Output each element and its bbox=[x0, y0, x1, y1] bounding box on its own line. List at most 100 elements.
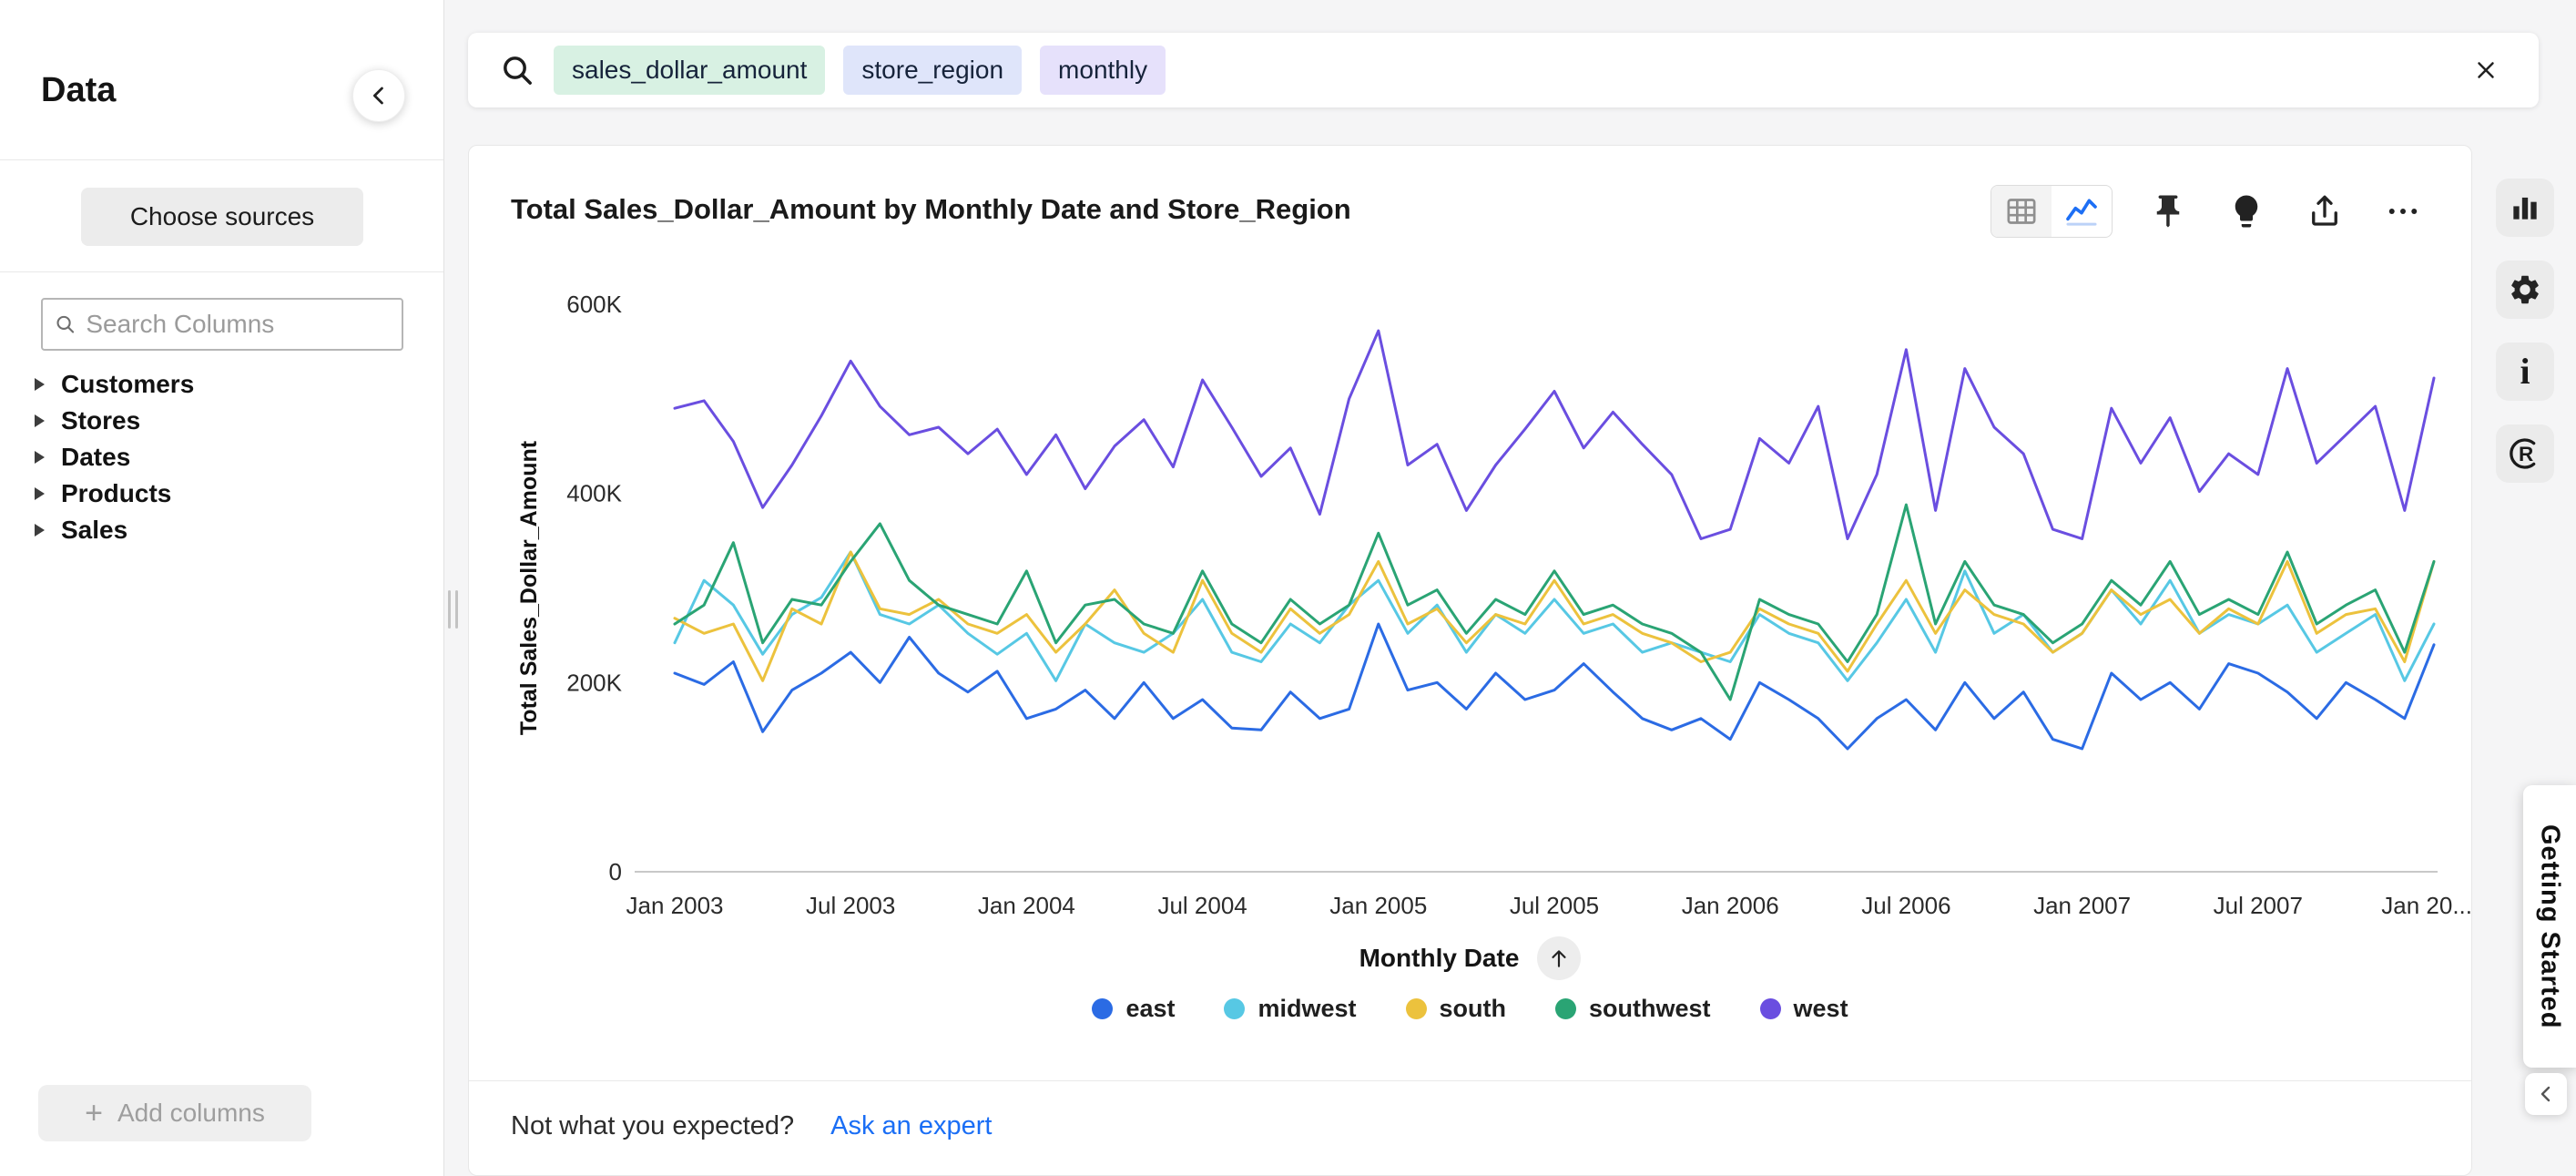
chevron-left-icon bbox=[2534, 1082, 2558, 1106]
svg-text:Jul 2007: Jul 2007 bbox=[2214, 892, 2303, 919]
table-view-button[interactable] bbox=[1991, 186, 2052, 237]
tree-item-stores[interactable]: Stores bbox=[35, 403, 194, 439]
tree-item-sales[interactable]: Sales bbox=[35, 512, 194, 548]
sort-ascending-button[interactable] bbox=[1537, 936, 1581, 980]
tree-item-products[interactable]: Products bbox=[35, 476, 194, 512]
tree-item-label: Customers bbox=[61, 370, 194, 399]
search-icon bbox=[54, 312, 76, 337]
legend-label: south bbox=[1440, 995, 1507, 1023]
svg-text:Jan 2004: Jan 2004 bbox=[978, 892, 1075, 919]
view-toggle bbox=[1991, 185, 2113, 238]
x-axis-label: Monthly Date bbox=[1359, 944, 1520, 973]
r-analysis-button[interactable]: R bbox=[2496, 424, 2554, 483]
svg-text:Jul 2004: Jul 2004 bbox=[1157, 892, 1247, 919]
legend-dot bbox=[1224, 998, 1245, 1019]
answer-footer: Not what you expected? Ask an expert bbox=[511, 1111, 992, 1141]
ellipsis-icon bbox=[2384, 192, 2422, 230]
not-expected-text: Not what you expected? bbox=[511, 1111, 794, 1141]
data-panel: Data Choose sources Customers Stores Dat… bbox=[0, 0, 444, 1176]
insights-lightbulb-button[interactable] bbox=[2224, 189, 2269, 234]
r-logo-icon: R bbox=[2507, 435, 2543, 472]
tree-item-customers[interactable]: Customers bbox=[35, 366, 194, 403]
lightbulb-icon bbox=[2227, 192, 2265, 230]
svg-text:Jan 20...: Jan 20... bbox=[2381, 892, 2472, 919]
caret-right-icon[interactable] bbox=[35, 451, 45, 464]
bar-chart-icon bbox=[2508, 190, 2542, 225]
legend-dot bbox=[1406, 998, 1427, 1019]
collapse-sidebar-button[interactable] bbox=[352, 69, 405, 122]
legend-item-west[interactable]: west bbox=[1760, 995, 1848, 1023]
legend-label: west bbox=[1794, 995, 1848, 1023]
tree-item-label: Stores bbox=[61, 406, 140, 435]
svg-text:Jul 2006: Jul 2006 bbox=[1861, 892, 1950, 919]
svg-text:400K: 400K bbox=[566, 480, 622, 507]
divider bbox=[0, 271, 443, 272]
pin-button[interactable] bbox=[2145, 189, 2191, 234]
search-token-sales-dollar-amount[interactable]: sales_dollar_amount bbox=[554, 46, 825, 95]
legend-item-southwest[interactable]: southwest bbox=[1555, 995, 1711, 1023]
columns-tree: Customers Stores Dates Products Sales bbox=[35, 366, 194, 548]
tree-item-label: Products bbox=[61, 479, 171, 508]
legend-label: southwest bbox=[1589, 995, 1711, 1023]
search-columns-input[interactable] bbox=[86, 310, 391, 339]
svg-text:Jul 2005: Jul 2005 bbox=[1510, 892, 1599, 919]
data-panel-header: Data bbox=[0, 0, 443, 160]
getting-started-tab[interactable]: Getting Started bbox=[2523, 785, 2576, 1068]
pin-icon bbox=[2149, 192, 2187, 230]
legend-dot bbox=[1092, 998, 1113, 1019]
info-button[interactable]: i bbox=[2496, 343, 2554, 401]
answer-card: Total Sales_Dollar_Amount by Monthly Dat… bbox=[468, 145, 2472, 1176]
x-axis-row: Monthly Date bbox=[469, 936, 2471, 980]
chart-config-button[interactable] bbox=[2496, 179, 2554, 237]
legend-label: east bbox=[1125, 995, 1175, 1023]
answer-title: Total Sales_Dollar_Amount by Monthly Dat… bbox=[511, 193, 1351, 226]
chart-legend: east midwest south southwest west bbox=[469, 995, 2471, 1023]
search-icon bbox=[499, 52, 535, 88]
chart-view-button[interactable] bbox=[2052, 186, 2112, 237]
add-columns-button[interactable]: + Add columns bbox=[38, 1085, 311, 1141]
svg-text:Jan 2005: Jan 2005 bbox=[1329, 892, 1427, 919]
legend-item-midwest[interactable]: midwest bbox=[1224, 995, 1356, 1023]
ask-expert-link[interactable]: Ask an expert bbox=[830, 1111, 992, 1141]
legend-label: midwest bbox=[1257, 995, 1356, 1023]
search-token-monthly[interactable]: monthly bbox=[1040, 46, 1166, 95]
chevron-left-icon bbox=[365, 82, 392, 109]
tree-item-dates[interactable]: Dates bbox=[35, 439, 194, 476]
add-columns-label: Add columns bbox=[117, 1099, 265, 1128]
search-columns-box bbox=[41, 298, 403, 351]
legend-dot bbox=[1760, 998, 1781, 1019]
plus-icon: + bbox=[85, 1098, 103, 1129]
choose-sources-button[interactable]: Choose sources bbox=[81, 188, 363, 246]
close-icon bbox=[2472, 56, 2500, 84]
arrow-up-icon bbox=[1547, 946, 1571, 970]
svg-text:600K: 600K bbox=[566, 291, 622, 318]
tree-item-label: Dates bbox=[61, 443, 130, 472]
divider bbox=[469, 1080, 2471, 1081]
caret-right-icon[interactable] bbox=[35, 524, 45, 537]
svg-text:Jan 2006: Jan 2006 bbox=[1682, 892, 1779, 919]
legend-item-east[interactable]: east bbox=[1092, 995, 1175, 1023]
more-options-button[interactable] bbox=[2380, 189, 2426, 234]
search-bar[interactable]: sales_dollar_amount store_region monthly bbox=[468, 33, 2539, 107]
share-button[interactable] bbox=[2302, 189, 2347, 234]
svg-text:Jan 2007: Jan 2007 bbox=[2033, 892, 2131, 919]
svg-text:0: 0 bbox=[609, 858, 622, 885]
table-view-icon bbox=[2003, 193, 2040, 230]
legend-item-south[interactable]: south bbox=[1406, 995, 1507, 1023]
close-button[interactable] bbox=[2464, 48, 2508, 92]
answer-toolbar bbox=[1991, 184, 2426, 239]
line-chart-view-icon bbox=[2063, 193, 2100, 230]
caret-right-icon[interactable] bbox=[35, 487, 45, 500]
collapse-getting-started-button[interactable] bbox=[2525, 1073, 2567, 1115]
line-chart[interactable]: 0200K400K600KTotal Sales_Dollar_AmountJa… bbox=[469, 264, 2473, 929]
info-icon: i bbox=[2520, 353, 2530, 390]
search-token-store-region[interactable]: store_region bbox=[843, 46, 1022, 95]
caret-right-icon[interactable] bbox=[35, 414, 45, 427]
caret-right-icon[interactable] bbox=[35, 378, 45, 391]
getting-started-label: Getting Started bbox=[2535, 824, 2565, 1028]
settings-gear-button[interactable] bbox=[2496, 261, 2554, 319]
svg-text:R: R bbox=[2519, 443, 2533, 465]
gear-icon bbox=[2508, 272, 2542, 307]
right-rail: i R bbox=[2481, 179, 2569, 483]
panel-resize-handle[interactable] bbox=[448, 590, 458, 629]
